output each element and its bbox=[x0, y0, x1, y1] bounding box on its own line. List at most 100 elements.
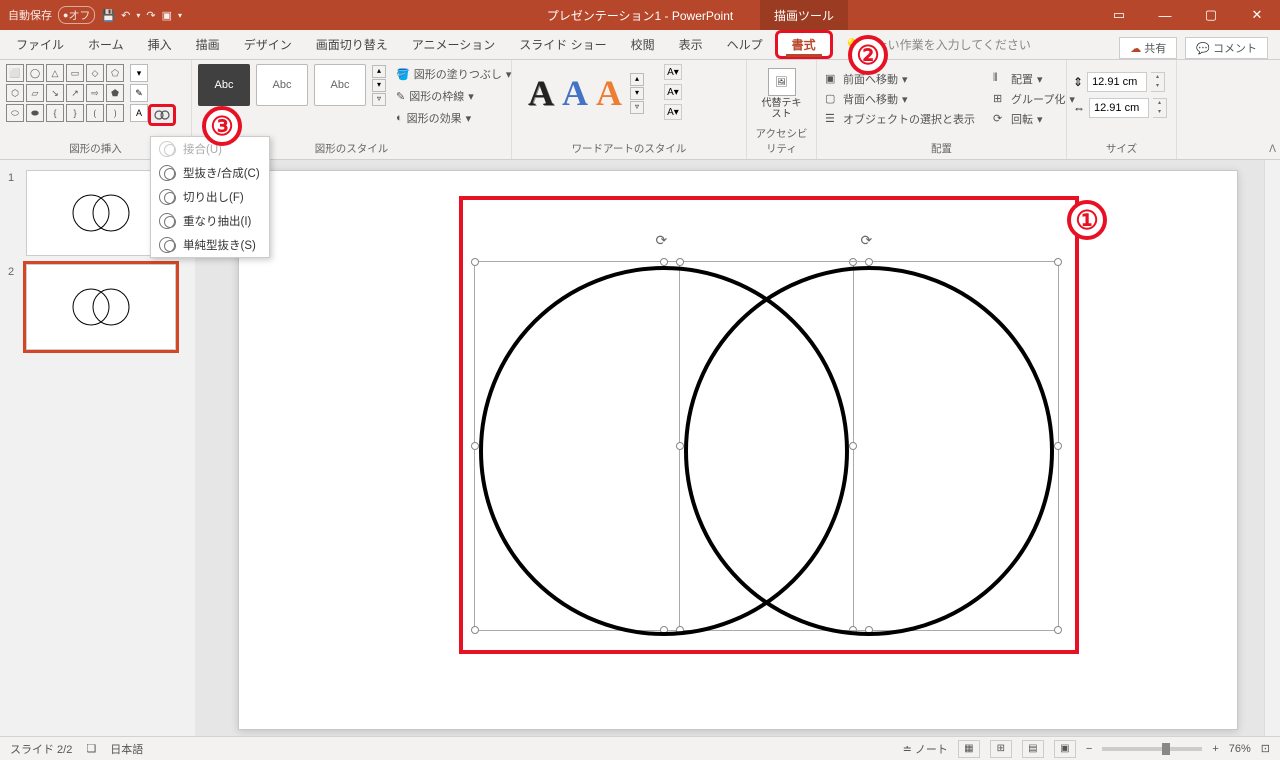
shape-fill-button[interactable]: 🪣図形の塗りつぶし ▾ bbox=[394, 64, 513, 84]
text-effects-button[interactable]: A▾ bbox=[664, 104, 682, 120]
group-button[interactable]: ⊞グループ化 ▾ bbox=[991, 90, 1077, 108]
shape-outline-button[interactable]: ✎図形の枠線 ▾ bbox=[394, 86, 513, 106]
text-outline-button[interactable]: A▾ bbox=[664, 84, 682, 100]
gallery-down-icon[interactable]: ▾ bbox=[630, 87, 644, 100]
save-icon[interactable]: 💾 bbox=[101, 9, 115, 22]
height-input[interactable] bbox=[1087, 72, 1147, 92]
status-bar: スライド 2/2 ❏ 日本語 ≐ ノート ▦ ⊞ ▤ ▣ − + 76% ⊡ bbox=[0, 736, 1280, 760]
bring-forward-icon: ▣ bbox=[825, 72, 839, 86]
spellcheck-icon[interactable]: ❏ bbox=[86, 742, 96, 755]
wordart-gallery[interactable]: A A A ▴ ▾ ▿ bbox=[518, 64, 654, 122]
height-icon: ⇕ bbox=[1073, 75, 1083, 89]
tab-review[interactable]: 校閲 bbox=[619, 30, 667, 59]
selection-pane-button[interactable]: ☰オブジェクトの選択と表示 bbox=[823, 110, 977, 128]
style-swatch[interactable]: Abc bbox=[314, 64, 366, 106]
redo-icon[interactable]: ↷ bbox=[146, 9, 155, 22]
bring-forward-button[interactable]: ▣前面へ移動 ▾ bbox=[823, 70, 977, 88]
shape-effects-button[interactable]: ◐図形の効果 ▾ bbox=[394, 108, 513, 128]
tab-help[interactable]: ヘルプ bbox=[715, 30, 775, 59]
shapes-gallery[interactable]: ⬜◯△▭◇⬠ ⬡▱↘↗⇨⬟ ⬭⬬{}⟮⟯ bbox=[6, 64, 124, 122]
slide-thumbnail-2[interactable] bbox=[26, 264, 176, 350]
slide-canvas-area[interactable]: ⟳ ⟳ bbox=[195, 160, 1280, 736]
text-box-button[interactable]: A bbox=[130, 104, 148, 122]
menu-item-fragment[interactable]: 切り出し(F) bbox=[151, 185, 269, 209]
slide-number: 2 bbox=[8, 264, 20, 278]
vertical-scrollbar[interactable] bbox=[1264, 160, 1280, 736]
spin-down-icon[interactable]: ▾ bbox=[1151, 82, 1164, 91]
tab-view[interactable]: 表示 bbox=[667, 30, 715, 59]
combine-icon bbox=[159, 165, 175, 181]
fit-to-window-icon[interactable]: ⊡ bbox=[1261, 742, 1270, 755]
comments-button[interactable]: 💬コメント bbox=[1185, 37, 1268, 59]
minimize-icon[interactable]: — bbox=[1142, 0, 1188, 30]
rotate-button[interactable]: ⟳回転 ▾ bbox=[991, 110, 1077, 128]
spin-up-icon[interactable]: ▴ bbox=[1151, 73, 1164, 82]
fill-icon: 🪣 bbox=[396, 68, 410, 81]
tab-design[interactable]: デザイン bbox=[232, 30, 304, 59]
title-bar: 自動保存 ● オフ 💾 ↶ ▾ ↷ ▣ ▾ プレゼンテーション1 - Power… bbox=[0, 0, 1280, 30]
text-fill-button[interactable]: A▾ bbox=[664, 64, 682, 80]
zoom-slider[interactable] bbox=[1102, 747, 1202, 751]
width-input[interactable] bbox=[1089, 98, 1149, 118]
tab-home[interactable]: ホーム bbox=[76, 30, 136, 59]
zoom-out-icon[interactable]: − bbox=[1086, 743, 1092, 755]
menu-item-combine[interactable]: 型抜き/合成(C) bbox=[151, 161, 269, 185]
wordart-sample[interactable]: A bbox=[562, 72, 588, 114]
gallery-more-icon[interactable]: ▿ bbox=[630, 101, 644, 114]
menu-item-subtract[interactable]: 単純型抜き(S) bbox=[151, 233, 269, 257]
start-slideshow-icon[interactable]: ▣ bbox=[162, 9, 172, 22]
sorter-view-icon[interactable]: ⊞ bbox=[990, 740, 1012, 758]
tab-slideshow[interactable]: スライド ショー bbox=[507, 30, 618, 59]
tab-format[interactable]: 書式 bbox=[775, 30, 833, 59]
undo-dropdown-icon[interactable]: ▾ bbox=[136, 11, 140, 20]
alt-text-button[interactable]: 🖼 代替テキスト bbox=[753, 64, 810, 124]
shape-width-field[interactable]: ⇔ ▴▾ bbox=[1073, 98, 1167, 118]
wordart-sample[interactable]: A bbox=[596, 72, 622, 114]
tab-draw[interactable]: 描画 bbox=[184, 30, 232, 59]
spin-up-icon[interactable]: ▴ bbox=[1153, 99, 1166, 108]
shape-height-field[interactable]: ⇕ ▴▾ bbox=[1073, 72, 1167, 92]
maximize-icon[interactable]: ▢ bbox=[1188, 0, 1234, 30]
shape-style-gallery[interactable]: Abc Abc Abc ▴ ▾ ▿ bbox=[198, 64, 386, 106]
zoom-in-icon[interactable]: + bbox=[1212, 743, 1218, 755]
autosave-toggle[interactable]: ● オフ bbox=[58, 6, 95, 24]
send-backward-button[interactable]: ▢背面へ移動 ▾ bbox=[823, 90, 977, 108]
collapse-ribbon-icon[interactable]: ᐱ bbox=[1269, 144, 1276, 155]
undo-icon[interactable]: ↶ bbox=[121, 9, 130, 22]
ribbon-display-icon[interactable]: ▭ bbox=[1096, 0, 1142, 30]
normal-view-icon[interactable]: ▦ bbox=[958, 740, 980, 758]
rotate-handle-icon[interactable]: ⟳ bbox=[861, 232, 877, 248]
qa-more-icon[interactable]: ▾ bbox=[178, 11, 182, 20]
tab-transitions[interactable]: 画面切り替え bbox=[304, 30, 400, 59]
alt-text-icon: 🖼 bbox=[768, 68, 796, 96]
tab-insert[interactable]: 挿入 bbox=[136, 30, 184, 59]
slide-indicator[interactable]: スライド 2/2 bbox=[10, 741, 72, 757]
style-swatch[interactable]: Abc bbox=[256, 64, 308, 106]
spin-down-icon[interactable]: ▾ bbox=[1153, 108, 1166, 117]
menu-item-intersect[interactable]: 重なり抽出(I) bbox=[151, 209, 269, 233]
gallery-down-icon[interactable]: ▾ bbox=[372, 79, 386, 92]
thumbnail-row[interactable]: 2 bbox=[0, 260, 195, 354]
close-icon[interactable]: ✕ bbox=[1234, 0, 1280, 30]
shapes-more-icon[interactable]: ▾ bbox=[130, 64, 148, 82]
tab-animations[interactable]: アニメーション bbox=[400, 30, 508, 59]
group-size: ⇕ ▴▾ ⇔ ▴▾ サイズ bbox=[1067, 60, 1177, 159]
slideshow-view-icon[interactable]: ▣ bbox=[1054, 740, 1076, 758]
share-button[interactable]: ☁共有 bbox=[1119, 37, 1177, 59]
merge-shapes-button[interactable] bbox=[148, 104, 176, 126]
style-swatch[interactable]: Abc bbox=[198, 64, 250, 106]
notes-button[interactable]: ≐ ノート bbox=[903, 741, 948, 757]
circle-shape[interactable] bbox=[684, 266, 1054, 636]
slide[interactable]: ⟳ ⟳ bbox=[238, 170, 1238, 730]
gallery-up-icon[interactable]: ▴ bbox=[372, 65, 386, 78]
reading-view-icon[interactable]: ▤ bbox=[1022, 740, 1044, 758]
rotate-handle-icon[interactable]: ⟳ bbox=[656, 232, 672, 248]
edit-shape-button[interactable]: ✎ bbox=[130, 84, 148, 102]
gallery-more-icon[interactable]: ▿ bbox=[372, 93, 386, 106]
align-button[interactable]: ⫴配置 ▾ bbox=[991, 70, 1077, 88]
gallery-up-icon[interactable]: ▴ bbox=[630, 73, 644, 86]
wordart-sample[interactable]: A bbox=[528, 72, 554, 114]
language-indicator[interactable]: 日本語 bbox=[110, 741, 143, 757]
tab-file[interactable]: ファイル bbox=[4, 30, 76, 59]
zoom-level[interactable]: 76% bbox=[1229, 743, 1251, 755]
